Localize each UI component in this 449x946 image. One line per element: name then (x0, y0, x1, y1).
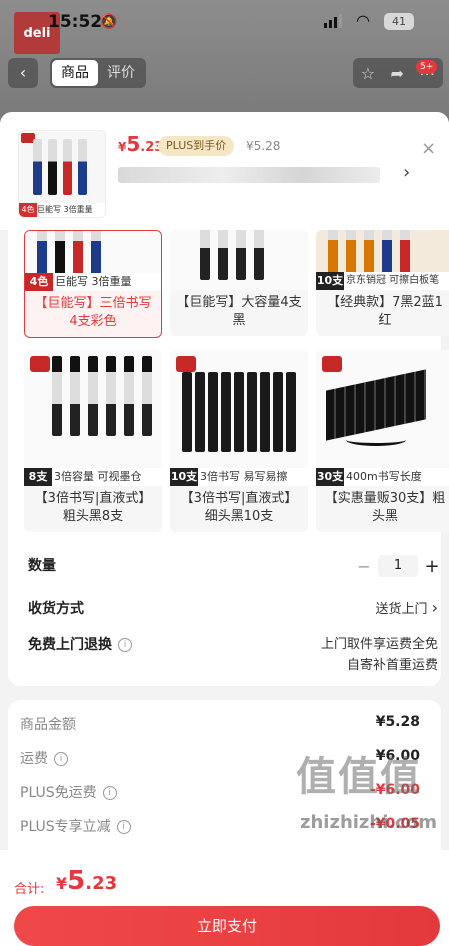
variant-panel: 巨能写 3倍重量 4色 【巨能写】三倍书写4支彩色 【巨能写】大容量4支黑 京东… (8, 230, 449, 686)
total-label: 合计: (14, 882, 45, 897)
variant-image: 400m书写长度 30支 (316, 350, 449, 486)
chevron-left-icon: ‹ (19, 63, 27, 82)
info-icon[interactable]: i (102, 786, 117, 800)
variant-image (170, 230, 308, 290)
checkout-bar: 合计: ¥5.23 立即支付 (0, 850, 449, 946)
watermark-url: zhizhizhi.com (300, 812, 438, 833)
original-price: ¥5.28 (246, 139, 281, 153)
delivery-row[interactable]: 收货方式 送货上门 › (28, 598, 438, 622)
decrement-button[interactable]: − (354, 557, 374, 576)
back-button[interactable]: ‹ (8, 58, 38, 88)
return-label: 免费上门退换 i (28, 634, 132, 654)
share-icon[interactable]: ➦ (390, 64, 403, 83)
nav-actions: ☆ ➦ ⋯5+ (353, 58, 443, 88)
status-bar: 15:52 🔕 ◠ 41 (0, 0, 449, 44)
variant-card[interactable]: 京东销冠 可擦白板笔 10支 【经典款】7黑2蓝1红 (316, 230, 449, 336)
tab-reviews[interactable]: 评价 (98, 60, 144, 86)
variant-image: 巨能写 3倍重量 4色 (25, 231, 161, 291)
watermark-logo: 值值值 (296, 754, 422, 800)
variant-image: 京东销冠 可擦白板笔 10支 (316, 230, 449, 290)
variant-name: 【实惠量贩30支】粗头黑 (324, 491, 446, 524)
variant-card[interactable]: 【巨能写】大容量4支黑 (170, 230, 308, 336)
chevron-right-icon[interactable]: › (403, 162, 410, 183)
variant-image: 3倍书写 易写易擦 10支 (170, 350, 308, 486)
return-row: 免费上门退换 i 上门取件享运费全免 自寄补首重运费 (28, 634, 438, 678)
quantity-stepper: − 1 + (354, 555, 442, 577)
return-details: 上门取件享运费全免 自寄补首重运费 (320, 637, 438, 673)
delivery-value: 送货上门 › (375, 598, 438, 617)
total-amount: ¥5.23 (56, 866, 118, 896)
deli-logo-icon (30, 356, 50, 372)
variant-name: 【经典款】7黑2蓝1红 (327, 295, 443, 328)
quantity-row: 数量 − 1 + (28, 555, 440, 579)
cart-badge: 5+ (415, 59, 438, 74)
product-tabs: 商品 评价 (50, 58, 146, 88)
increment-button[interactable]: + (422, 556, 442, 577)
nav-bar: ‹ 商品 评价 ☆ ➦ ⋯5+ (0, 58, 449, 90)
variant-name: 【巨能写】三倍书写4支彩色 (34, 296, 152, 329)
fee-row: 商品金额 ¥5.28 (20, 714, 420, 733)
sheet-header: 巨能写 3倍重量 4色 ¥5.23 PLUS到手价 ¥5.28 × › (0, 112, 449, 230)
variant-name: 【3倍书写|直液式】粗头黑8支 (34, 491, 152, 524)
pen-illustration (33, 139, 87, 195)
variant-card[interactable]: 400m书写长度 30支 【实惠量贩30支】粗头黑 (316, 350, 449, 532)
close-icon[interactable]: × (421, 138, 436, 159)
variant-card[interactable]: 3倍容量 可视墨仓 8支 【3倍书写|直液式】粗头黑8支 (24, 350, 162, 532)
tab-product[interactable]: 商品 (52, 60, 98, 86)
wifi-icon: ◠ (356, 11, 370, 30)
deli-logo-icon (176, 356, 196, 372)
chevron-right-icon: › (431, 598, 438, 617)
more-icon[interactable]: ⋯5+ (415, 59, 438, 83)
variant-card[interactable]: 3倍书写 易写易擦 10支 【3倍书写|直液式】细头黑10支 (170, 350, 308, 532)
quantity-input[interactable]: 1 (378, 555, 418, 577)
quantity-label: 数量 (28, 558, 56, 574)
product-price: ¥5.23 (118, 132, 164, 156)
info-icon[interactable]: i (116, 820, 131, 834)
mute-bell-icon: 🔕 (100, 14, 118, 30)
plus-price-badge: PLUS到手价 (158, 136, 235, 156)
thumb-tag: 4色 (19, 203, 37, 217)
product-thumbnail[interactable]: 巨能写 3倍重量 4色 (18, 130, 106, 218)
variant-name: 【3倍书写|直液式】细头黑10支 (180, 491, 298, 524)
star-icon[interactable]: ☆ (361, 64, 375, 83)
variant-image: 3倍容量 可视墨仓 8支 (24, 350, 162, 486)
deli-logo-icon (322, 356, 342, 372)
battery-icon: 41 (384, 13, 414, 30)
variant-name: 【巨能写】大容量4支黑 (176, 295, 302, 328)
info-icon[interactable]: i (118, 638, 132, 652)
selected-spec-blurred (118, 167, 380, 183)
signal-icon (324, 14, 342, 28)
pay-now-button[interactable]: 立即支付 (14, 906, 440, 946)
info-icon[interactable]: i (54, 752, 68, 766)
delivery-label: 收货方式 (28, 601, 84, 617)
status-time: 15:52 (48, 12, 103, 32)
variant-card[interactable]: 巨能写 3倍重量 4色 【巨能写】三倍书写4支彩色 (24, 230, 162, 338)
